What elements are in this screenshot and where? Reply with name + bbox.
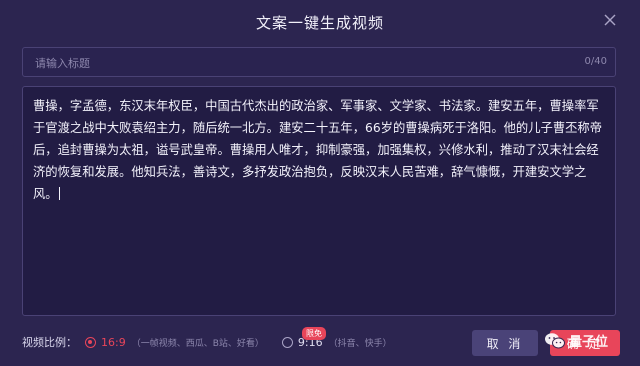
title-input-box: 0/40 xyxy=(22,47,616,78)
content-text: 曹操，字孟德，东汉末年权臣，中国古代杰出的政治家、军事家、文学家、书法家。建安五… xyxy=(33,99,603,201)
generate-video-dialog: 文案一键生成视频 0/40 曹操，字孟德，东汉末年权臣，中国古代杰出的政治家、军… xyxy=(0,0,640,366)
ratio-16-9-value[interactable]: 16:9 xyxy=(101,336,126,349)
dialog-title: 文案一键生成视频 xyxy=(255,14,384,32)
ratio-16-9-radio[interactable] xyxy=(85,336,96,348)
content-textarea[interactable]: 曹操，字孟德，东汉末年权臣，中国古代杰出的政治家、军事家、文学家、书法家。建安五… xyxy=(22,86,616,316)
wechat-icon xyxy=(545,332,565,348)
title-input[interactable] xyxy=(33,48,557,78)
ratio-9-16-radio[interactable] xyxy=(281,336,293,348)
cancel-button[interactable]: 取 消 xyxy=(472,330,538,356)
ratio-16-9-desc: （一帧视频、西瓜、B站、好看） xyxy=(131,338,264,349)
text-caret xyxy=(58,187,60,200)
ratio-label: 视频比例： xyxy=(22,336,77,349)
ratio-selector: 视频比例： 16:9 （一帧视频、西瓜、B站、好看） 9:16 （抖音、快手） xyxy=(22,333,410,351)
title-char-counter: 0/40 xyxy=(584,56,607,67)
free-badge: 限免 xyxy=(302,327,326,340)
ratio-9-16-desc: （抖音、快手） xyxy=(328,338,392,349)
watermark: 量子位 xyxy=(544,331,608,350)
watermark-text: 量子位 xyxy=(569,335,609,350)
close-icon[interactable] xyxy=(602,12,618,28)
